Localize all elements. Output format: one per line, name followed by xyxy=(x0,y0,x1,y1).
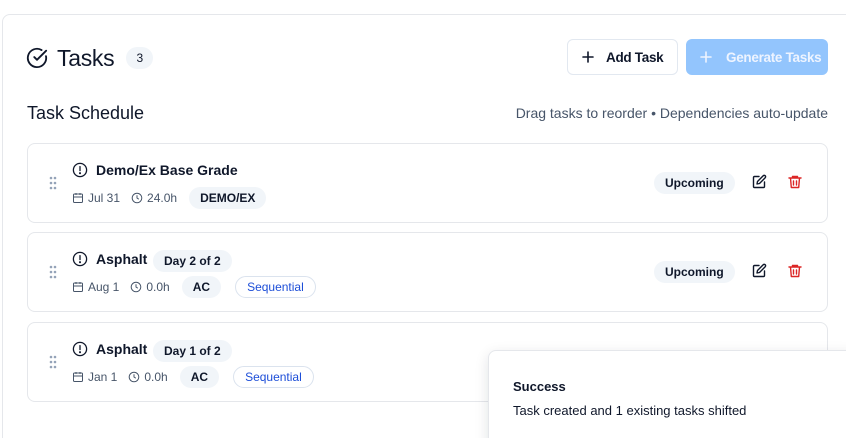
grip-icon[interactable] xyxy=(49,176,57,190)
calendar-icon xyxy=(73,372,83,382)
add-task-label: Add Task xyxy=(606,49,664,65)
task-name: Asphalt xyxy=(96,341,148,357)
day-badge: Day 2 of 2 xyxy=(153,250,232,272)
task-count-badge: 3 xyxy=(126,47,154,69)
task-date: Jan 1 xyxy=(72,370,117,384)
task-duration-text: 0.0h xyxy=(146,280,170,294)
task-duration-text: 24.0h xyxy=(147,191,178,205)
clock-icon xyxy=(129,371,140,383)
task-name: Asphalt xyxy=(96,251,148,267)
add-task-button[interactable]: Add Task xyxy=(567,39,678,75)
trade-code-badge: AC xyxy=(181,276,222,298)
toast-message: Task created and 1 existing tasks shifte… xyxy=(513,403,747,418)
trade-code-badge: AC xyxy=(179,366,220,388)
clock-icon xyxy=(131,281,142,293)
task-date: Jul 31 xyxy=(72,191,120,205)
page-title: Tasks xyxy=(57,44,115,71)
clock-icon xyxy=(131,192,143,204)
task-meta: Jan 1 0.0h AC Sequential xyxy=(72,366,314,388)
tasks-header: Tasks 3 xyxy=(26,40,154,76)
task-name: Demo/Ex Base Grade xyxy=(96,162,238,178)
day-badge: Day 1 of 2 xyxy=(153,340,232,362)
status-badge: Upcoming xyxy=(654,261,735,283)
success-toast[interactable]: Success Task created and 1 existing task… xyxy=(488,350,846,438)
task-row[interactable]: Asphalt Day 2 of 2 Aug 1 0.0h AC Sequent… xyxy=(27,232,828,312)
section-title: Task Schedule xyxy=(27,103,145,123)
grip-icon[interactable] xyxy=(49,265,57,279)
task-duration-text: 0.0h xyxy=(144,370,168,384)
task-date: Aug 1 xyxy=(72,280,119,294)
trade-code-badge: DEMO/EX xyxy=(189,187,267,209)
task-duration: 0.0h xyxy=(128,370,168,384)
status-badge: Upcoming xyxy=(654,172,735,194)
generate-tasks-label: Generate Tasks xyxy=(726,49,822,65)
alert-circle-icon xyxy=(72,251,88,267)
task-meta: Aug 1 0.0h AC Sequential xyxy=(72,276,316,298)
grip-icon[interactable] xyxy=(49,355,57,369)
trash-icon[interactable] xyxy=(787,263,803,279)
sequential-badge: Sequential xyxy=(233,366,314,388)
plus-icon xyxy=(700,51,712,63)
trash-icon[interactable] xyxy=(787,174,803,190)
calendar-icon xyxy=(73,282,83,292)
task-date-text: Jul 31 xyxy=(88,191,121,205)
toast-title: Success xyxy=(513,379,566,394)
task-meta: Jul 31 24.0h DEMO/EX xyxy=(72,187,267,209)
sequential-badge: Sequential xyxy=(235,276,316,298)
edit-icon[interactable] xyxy=(751,174,767,190)
task-row[interactable]: Demo/Ex Base Grade Jul 31 24.0h DEMO/EX … xyxy=(27,143,828,223)
plus-icon xyxy=(582,51,594,63)
circle-check-icon xyxy=(26,47,48,68)
task-duration: 0.0h xyxy=(130,280,170,294)
reorder-hint: Drag tasks to reorder • Dependencies aut… xyxy=(515,105,828,121)
generate-tasks-button[interactable]: Generate Tasks xyxy=(686,39,828,75)
alert-circle-icon xyxy=(72,162,88,178)
alert-circle-icon xyxy=(72,341,88,357)
task-date-text: Aug 1 xyxy=(88,280,120,294)
calendar-icon xyxy=(73,193,83,203)
task-date-text: Jan 1 xyxy=(88,370,118,384)
task-duration: 24.0h xyxy=(131,191,177,205)
edit-icon[interactable] xyxy=(751,263,767,279)
